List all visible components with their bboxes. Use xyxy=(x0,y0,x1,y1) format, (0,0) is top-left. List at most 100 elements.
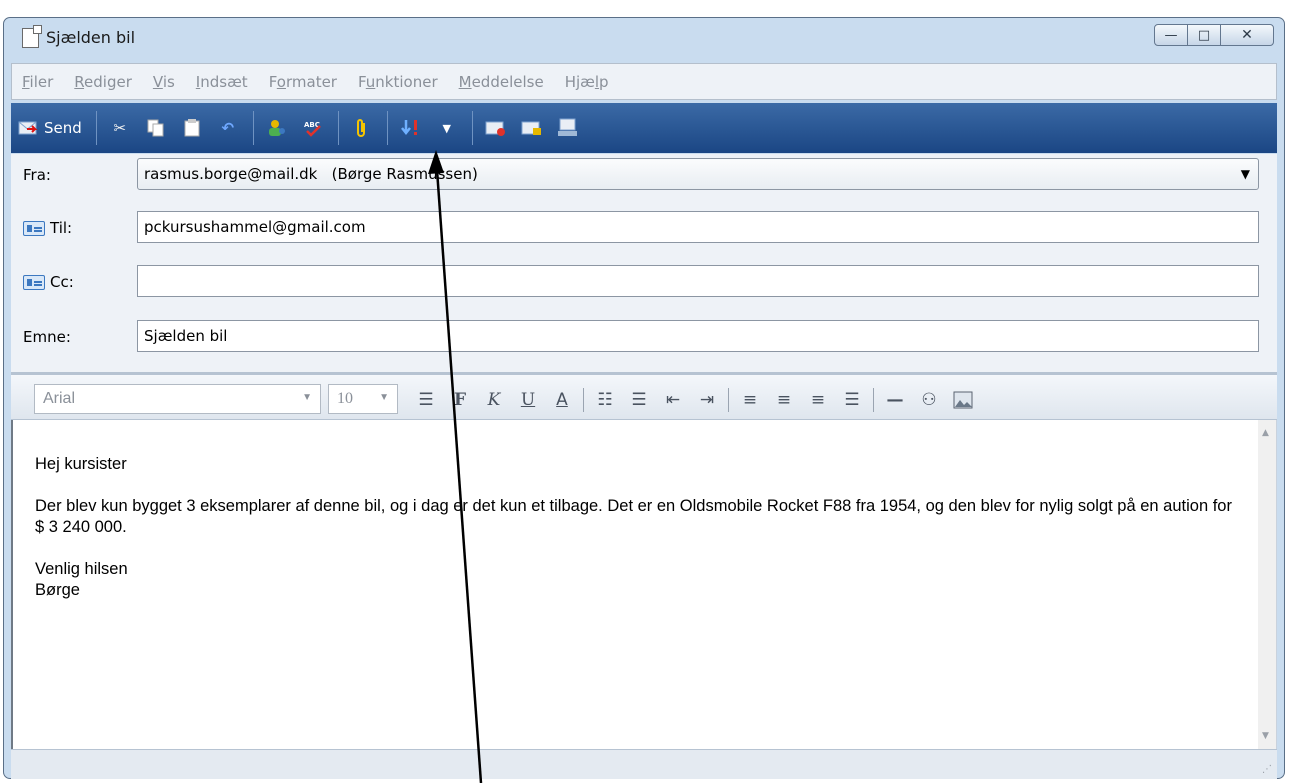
chevron-down-icon: ▼ xyxy=(442,121,452,135)
status-bar: ⋰ xyxy=(11,749,1277,779)
priority-icon xyxy=(400,118,422,138)
cc-button[interactable]: Cc: xyxy=(23,273,74,291)
to-button[interactable]: Til: xyxy=(23,219,72,237)
title-bar: Sjælden bil — □ ✕ xyxy=(4,18,1284,60)
chevron-down-icon: ▼ xyxy=(1240,167,1250,181)
address-book-button[interactable] xyxy=(266,112,288,144)
address-card-icon xyxy=(23,274,45,290)
copy-button[interactable] xyxy=(145,112,167,144)
menu-formater[interactable]: Formater xyxy=(269,73,337,91)
format-buttons: ☰ F K U A ☷ ☰ ⇤ ⇥ ≡ ≡ ≡ ☰ — ⚇ xyxy=(413,388,984,412)
window-controls: — □ ✕ xyxy=(1154,24,1274,46)
insert-link-button[interactable]: ⚇ xyxy=(916,389,942,411)
toolbar-separator xyxy=(337,111,339,145)
align-center-icon: ≡ xyxy=(776,390,792,410)
to-row: Til: pckursushammel@gmail.com xyxy=(11,209,1277,247)
undo-button[interactable]: ↶ xyxy=(217,112,239,144)
body-line: Hej kursister xyxy=(35,455,127,473)
justify-button[interactable]: ☰ xyxy=(839,389,865,411)
copy-icon xyxy=(145,118,167,138)
to-field[interactable]: pckursushammel@gmail.com xyxy=(137,211,1259,243)
menu-funktioner[interactable]: Funktioner xyxy=(358,73,438,91)
new-message-icon xyxy=(22,25,42,48)
bullet-list-button[interactable]: ☰ xyxy=(626,389,652,411)
align-left-button[interactable]: ≡ xyxy=(737,389,763,411)
message-header: Fra: rasmus.borge@mail.dk (Børge Rasmuss… xyxy=(11,154,1277,372)
cc-field[interactable] xyxy=(137,265,1259,297)
encrypt-icon xyxy=(521,118,543,138)
font-select[interactable]: Arial ▼ xyxy=(34,384,321,414)
subject-row: Emne: Sjælden bil xyxy=(11,318,1277,356)
increase-indent-icon: ⇥ xyxy=(699,390,715,410)
from-select[interactable]: rasmus.borge@mail.dk (Børge Rasmussen) ▼ xyxy=(137,158,1259,190)
message-body-editor[interactable]: Hej kursister Der blev kun bygget 3 ekse… xyxy=(11,420,1277,749)
bullet-list-icon: ☰ xyxy=(631,390,647,410)
justify-icon: ☰ xyxy=(844,390,860,410)
insert-image-button[interactable] xyxy=(950,389,976,411)
undo-icon: ↶ xyxy=(221,119,235,137)
image-icon xyxy=(953,391,973,409)
underline-button[interactable]: U xyxy=(515,389,541,411)
align-center-button[interactable]: ≡ xyxy=(771,389,797,411)
from-value: rasmus.borge@mail.dk (Børge Rasmussen) xyxy=(144,165,478,183)
encrypt-button[interactable] xyxy=(521,112,543,144)
spellcheck-icon: ABC xyxy=(302,118,324,138)
numbered-list-icon: ☷ xyxy=(597,390,613,410)
horizontal-line-button[interactable]: — xyxy=(882,389,908,411)
toolbar-separator xyxy=(471,111,473,145)
maximize-button[interactable]: □ xyxy=(1187,24,1221,46)
format-separator xyxy=(728,388,729,412)
sign-button[interactable] xyxy=(485,112,507,144)
paragraph-style-button[interactable]: ☰ xyxy=(413,389,439,411)
attach-icon xyxy=(351,118,373,138)
sign-icon xyxy=(485,118,507,138)
font-color-button[interactable]: A xyxy=(549,389,575,411)
chevron-down-icon: ▼ xyxy=(379,392,389,403)
align-right-icon: ≡ xyxy=(810,390,826,410)
cc-row: Cc: xyxy=(11,263,1277,301)
font-size-select[interactable]: 10 ▼ xyxy=(328,384,398,414)
menu-rediger[interactable]: Rediger xyxy=(74,73,132,91)
attach-button[interactable] xyxy=(351,112,373,144)
menu-hjaelp[interactable]: Hjælp xyxy=(565,73,609,91)
toolbar-separator xyxy=(95,111,97,145)
scroll-up-icon[interactable]: ▲ xyxy=(1262,428,1269,438)
email-compose-window: Sjælden bil — □ ✕ Filer Rediger Vis Inds… xyxy=(3,17,1285,779)
paste-button[interactable] xyxy=(181,112,203,144)
message-body: Hej kursister Der blev kun bygget 3 ekse… xyxy=(35,454,1235,601)
decrease-indent-button[interactable]: ⇤ xyxy=(660,389,686,411)
minimize-button[interactable]: — xyxy=(1154,24,1188,46)
priority-dropdown[interactable]: ▼ xyxy=(436,112,458,144)
menu-vis[interactable]: Vis xyxy=(153,73,175,91)
chevron-down-icon: ▼ xyxy=(302,392,312,403)
subject-field[interactable]: Sjælden bil xyxy=(137,320,1259,352)
format-toolbar: Arial ▼ 10 ▼ ☰ F K U A ☷ ☰ ⇤ ⇥ ≡ ≡ ≡ ☰ —… xyxy=(11,372,1277,420)
offline-button[interactable] xyxy=(557,112,579,144)
close-button[interactable]: ✕ xyxy=(1220,24,1274,46)
spellcheck-button[interactable]: ABC xyxy=(302,112,324,144)
link-icon: ⚇ xyxy=(921,390,937,410)
scroll-down-icon[interactable]: ▼ xyxy=(1262,731,1269,741)
bold-button[interactable]: F xyxy=(447,389,473,411)
subject-label: Emne: xyxy=(23,328,71,346)
numbered-list-button[interactable]: ☷ xyxy=(592,389,618,411)
italic-button[interactable]: K xyxy=(481,389,507,411)
send-icon xyxy=(17,118,39,138)
menu-indsaet[interactable]: Indsæt xyxy=(196,73,248,91)
cut-icon: ✂ xyxy=(113,119,127,137)
from-label: Fra: xyxy=(23,166,51,184)
align-right-button[interactable]: ≡ xyxy=(805,389,831,411)
cut-button[interactable]: ✂ xyxy=(109,112,131,144)
send-button[interactable]: Send xyxy=(17,112,82,144)
vertical-scrollbar[interactable]: ▲ ▼ xyxy=(1258,420,1276,749)
body-line: Der blev kun bygget 3 eksemplarer af den… xyxy=(35,497,1232,536)
increase-indent-button[interactable]: ⇥ xyxy=(694,389,720,411)
window-title: Sjælden bil xyxy=(46,28,136,47)
offline-icon xyxy=(557,118,579,138)
format-separator xyxy=(873,388,874,412)
priority-button[interactable] xyxy=(400,112,422,144)
menu-meddelelse[interactable]: Meddelelse xyxy=(459,73,544,91)
menu-filer[interactable]: Filer xyxy=(22,73,53,91)
paragraph-style-icon: ☰ xyxy=(418,390,434,410)
resize-grip-icon[interactable]: ⋰ xyxy=(1262,764,1272,775)
